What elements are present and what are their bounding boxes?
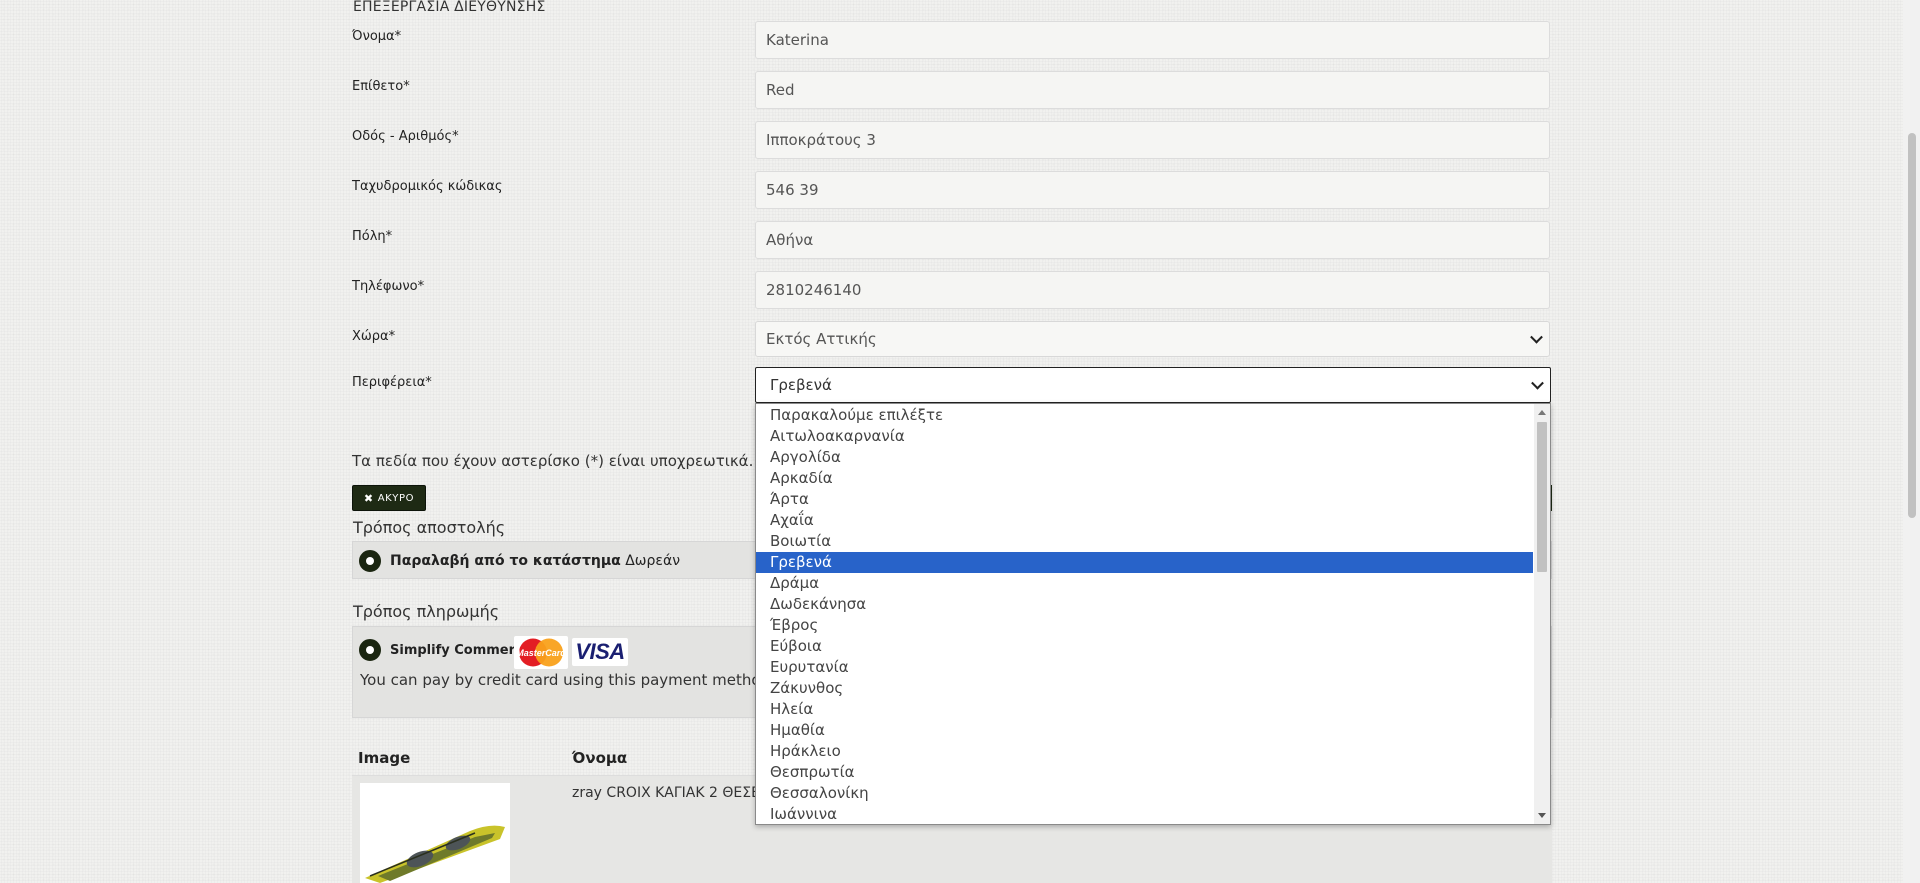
cancel-button-label: ΑΚΥΡΟ <box>377 492 415 504</box>
region-option[interactable]: Ζάκυνθος <box>756 678 1533 699</box>
payment-radio[interactable] <box>359 639 381 661</box>
kayak-image <box>360 783 510 883</box>
region-option[interactable]: Δράμα <box>756 573 1533 594</box>
region-label: Περιφέρεια* <box>352 375 432 390</box>
chevron-down-icon <box>1530 330 1543 344</box>
payment-option-name: Simplify Commerce <box>390 643 532 658</box>
region-option[interactable]: Αρκαδία <box>756 468 1533 489</box>
phone-input[interactable]: 2810246140 <box>755 271 1550 309</box>
region-option[interactable]: Θεσπρωτία <box>756 762 1533 783</box>
street-input[interactable]: Ιπποκράτους 3 <box>755 121 1550 159</box>
region-select[interactable]: Γρεβενά <box>755 367 1551 403</box>
street-label: Οδός - Αριθμός* <box>352 129 459 144</box>
region-option[interactable]: Ιωάννινα <box>756 804 1533 824</box>
cancel-button[interactable]: ✖ ΑΚΥΡΟ <box>352 485 426 511</box>
first-name-label: Όνομα* <box>352 29 402 44</box>
shipping-option-price: Δωρεάν <box>625 553 681 569</box>
visa-logo: VISA <box>572 638 628 666</box>
shipping-radio[interactable] <box>359 550 381 572</box>
region-option[interactable]: Βοιωτία <box>756 531 1533 552</box>
country-select[interactable]: Εκτός Αττικής <box>755 321 1550 357</box>
required-fields-note: Τα πεδία που έχουν αστερίσκο (*) είναι υ… <box>352 452 754 470</box>
page-scrollbar[interactable] <box>1903 0 1920 883</box>
column-header-name: Όνομα <box>572 749 628 767</box>
country-label: Χώρα* <box>352 329 396 344</box>
region-option[interactable]: Αιτωλοακαρνανία <box>756 426 1533 447</box>
product-image[interactable] <box>360 783 510 883</box>
phone-label: Τηλέφωνο* <box>352 279 425 294</box>
shipping-method-title: Τρόπος αποστολής <box>353 518 506 537</box>
scroll-down-arrow-icon[interactable] <box>1538 813 1546 818</box>
postcode-input[interactable]: 546 39 <box>755 171 1550 209</box>
region-option[interactable]: Ηράκλειο <box>756 741 1533 762</box>
shipping-option-text: Παραλαβή από το κατάστημα Δωρεάν <box>390 553 680 569</box>
city-input[interactable]: Αθήνα <box>755 221 1550 259</box>
dropdown-scrollbar[interactable] <box>1534 404 1550 824</box>
country-select-value: Εκτός Αττικής <box>766 330 877 348</box>
page-scroll-thumb[interactable] <box>1908 133 1916 518</box>
region-select-value: Γρεβενά <box>770 376 832 394</box>
shipping-option-name: Παραλαβή από το κατάστημα <box>390 553 621 569</box>
region-option[interactable]: Αχαΐα <box>756 510 1533 531</box>
region-option[interactable]: Αργολίδα <box>756 447 1533 468</box>
mastercard-logo: MasterCard <box>514 636 568 669</box>
last-name-label: Επίθετο* <box>352 79 410 94</box>
region-option[interactable]: Άρτα <box>756 489 1533 510</box>
region-option[interactable]: Ηλεία <box>756 699 1533 720</box>
section-title: ΕΠΕΞΕΡΓΑΣΙΑ ΔΙΕΥΘΥΝΣΗΣ <box>353 0 546 15</box>
chevron-down-icon <box>1531 376 1544 390</box>
dropdown-scroll-thumb[interactable] <box>1537 422 1547 572</box>
region-options: Παρακαλούμε επιλέξτε Αιτωλοακαρνανία Αργολ… <box>756 405 1533 824</box>
region-option[interactable]: Παρακαλούμε επιλέξτε <box>756 405 1533 426</box>
region-option[interactable]: Έβρος <box>756 615 1533 636</box>
payment-method-title: Τρόπος πληρωμής <box>353 602 500 621</box>
region-dropdown-list[interactable]: Παρακαλούμε επιλέξτε Αιτωλοακαρνανία Αργολ… <box>755 403 1551 825</box>
postcode-label: Ταχυδρομικός κώδικας <box>352 179 503 194</box>
region-option[interactable]: Γρεβενά <box>756 552 1533 573</box>
first-name-input[interactable]: Katerina <box>755 21 1550 59</box>
region-option[interactable]: Εύβοια <box>756 636 1533 657</box>
region-option[interactable]: Ευρυτανία <box>756 657 1533 678</box>
region-option[interactable]: Ημαθία <box>756 720 1533 741</box>
last-name-input[interactable]: Red <box>755 71 1550 109</box>
mastercard-text: MasterCard <box>516 648 566 658</box>
product-name[interactable]: zray CROIX ΚΑΓΙΑΚ 2 ΘΕΣΕ <box>572 785 760 801</box>
payment-description: You can pay by credit card using this pa… <box>360 671 771 689</box>
column-header-image: Image <box>358 749 411 767</box>
region-option[interactable]: Θεσσαλονίκη <box>756 783 1533 804</box>
close-icon: ✖ <box>363 491 374 505</box>
region-option[interactable]: Δωδεκάνησα <box>756 594 1533 615</box>
scroll-up-arrow-icon[interactable] <box>1538 410 1546 415</box>
city-label: Πόλη* <box>352 229 393 244</box>
